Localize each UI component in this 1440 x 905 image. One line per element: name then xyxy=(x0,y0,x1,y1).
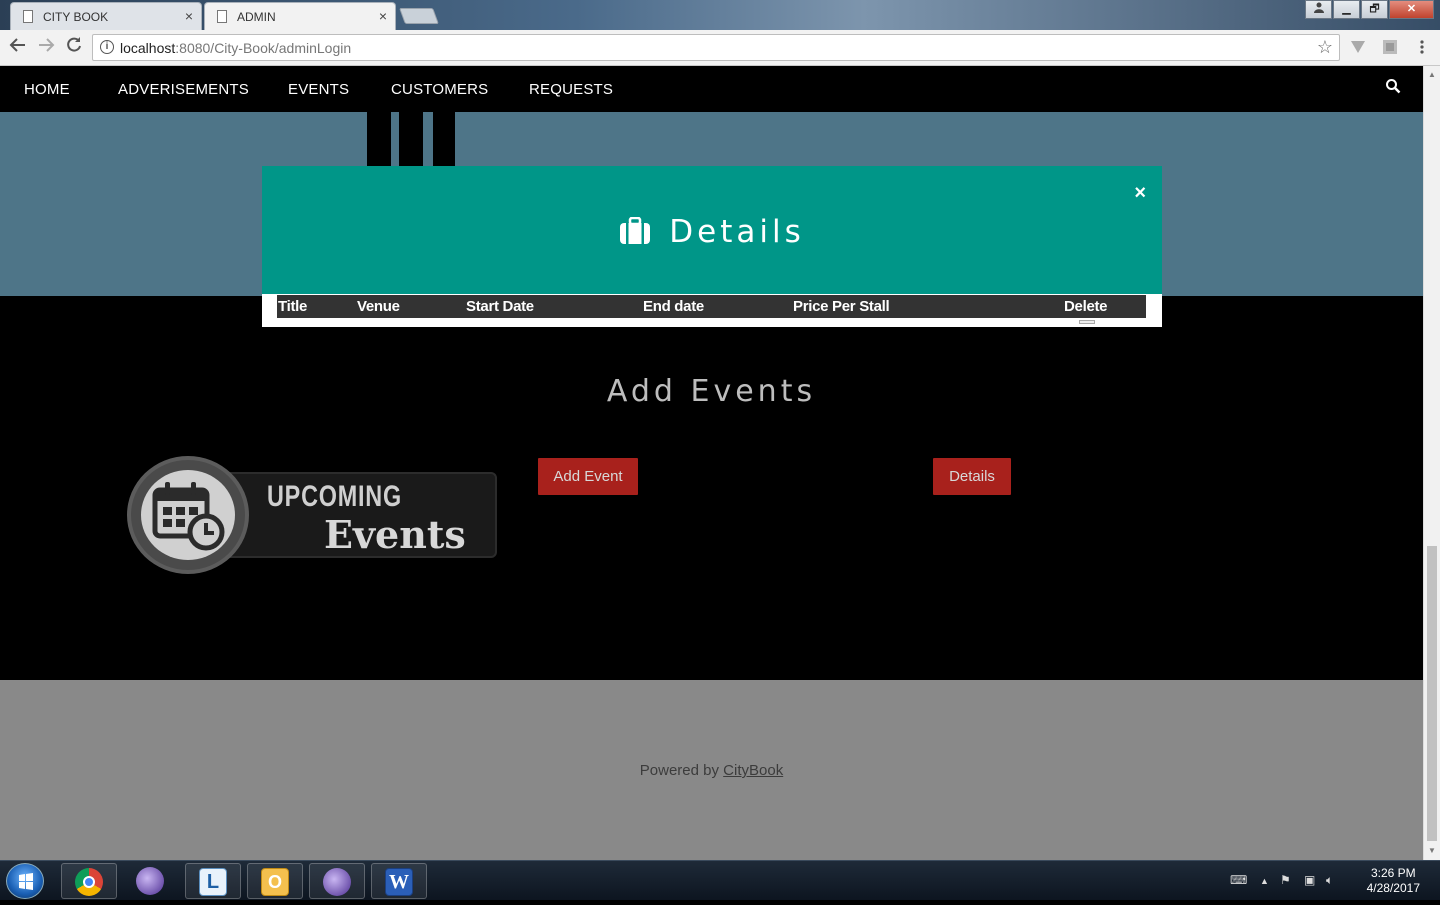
details-table-header: Title Venue Start Date End date Price Pe… xyxy=(277,295,1146,318)
modal-title: Details xyxy=(262,214,1162,250)
close-window-button[interactable]: ✕ xyxy=(1389,0,1434,19)
address-bar[interactable]: i localhost:8080/City-Book/adminLogin ☆ xyxy=(92,34,1340,61)
details-button[interactable]: Details xyxy=(933,458,1011,495)
tab-label: CITY BOOK xyxy=(43,10,109,24)
browser-titlebar: CITY BOOK × ADMIN × ▁ 🗗 ✕ xyxy=(0,0,1440,30)
back-arrow-icon[interactable] xyxy=(9,36,27,59)
volume-icon[interactable]: 🔈︎ xyxy=(1326,873,1333,888)
add-event-button[interactable]: Add Event xyxy=(538,458,638,495)
col-price-per-stall: Price Per Stall xyxy=(793,298,890,315)
outlook-icon: O xyxy=(261,868,289,896)
page-content: HOME ADVERISEMENTS EVENTS CUSTOMERS REQU… xyxy=(0,66,1423,860)
extension-icon[interactable] xyxy=(1382,39,1398,55)
briefcase-icon xyxy=(620,217,651,244)
eclipse-taskbar-button[interactable] xyxy=(123,863,179,899)
show-hidden-icons-icon[interactable]: ▲ xyxy=(1260,876,1269,886)
restore-button[interactable]: 🗗 xyxy=(1361,0,1388,19)
extension-icon[interactable] xyxy=(1350,39,1366,55)
search-icon[interactable] xyxy=(1385,78,1401,94)
modal-header: Details × xyxy=(262,166,1162,294)
details-modal: Details × Title Venue Start Date End dat… xyxy=(262,166,1162,327)
window-controls: ▁ 🗗 ✕ xyxy=(1304,0,1434,20)
chrome-icon xyxy=(75,868,103,896)
lync-icon: L xyxy=(199,868,227,896)
page-icon xyxy=(23,10,33,23)
word-taskbar-button[interactable]: W xyxy=(371,863,427,899)
citybook-link[interactable]: CityBook xyxy=(723,762,783,779)
scrollbar-thumb[interactable] xyxy=(1427,546,1437,841)
word-icon: W xyxy=(385,868,413,896)
start-button[interactable] xyxy=(6,863,44,899)
menu-icon[interactable] xyxy=(1414,39,1430,55)
nav-customers[interactable]: CUSTOMERS xyxy=(391,81,488,98)
section-title: Add Events xyxy=(606,374,817,409)
nav-events[interactable]: EVENTS xyxy=(288,81,349,98)
col-venue: Venue xyxy=(357,298,400,315)
windows-taskbar: L O W ⌨ ▲ ⚑ ▣ 🔈︎ 3:26 PM 4/28/2017 xyxy=(0,860,1440,900)
bookmark-star-icon[interactable]: ☆ xyxy=(1317,37,1333,58)
browser-toolbar: i localhost:8080/City-Book/adminLogin ☆ xyxy=(0,30,1440,66)
nav-home[interactable]: HOME xyxy=(24,81,70,98)
eclipse-icon xyxy=(323,868,351,896)
footer: Powered by CityBook xyxy=(0,680,1423,860)
tab-label: ADMIN xyxy=(237,10,276,24)
url-text: localhost:8080/City-Book/adminLogin xyxy=(120,40,352,56)
tab-city-book[interactable]: CITY BOOK × xyxy=(10,2,202,30)
forward-arrow-icon[interactable] xyxy=(37,36,55,59)
upcoming-events-banner: UPCOMING Events xyxy=(127,456,499,574)
tab-close-icon[interactable]: × xyxy=(185,8,193,24)
resize-handle[interactable] xyxy=(1079,320,1095,324)
calendar-clock-icon xyxy=(152,482,225,551)
hero-graphic xyxy=(367,112,457,166)
lync-taskbar-button[interactable]: L xyxy=(185,863,241,899)
eclipse-taskbar-button-2[interactable] xyxy=(309,863,365,899)
chrome-taskbar-button[interactable] xyxy=(61,863,117,899)
flag-icon[interactable]: ⚑ xyxy=(1280,873,1291,887)
eclipse-icon xyxy=(136,867,164,895)
nav-requests[interactable]: REQUESTS xyxy=(529,81,613,98)
page-icon xyxy=(217,10,227,23)
banner-upcoming-text: UPCOMING xyxy=(267,480,402,513)
user-icon[interactable] xyxy=(1305,0,1332,19)
page-scrollbar[interactable]: ▲ ▼ xyxy=(1423,66,1440,860)
new-tab-button[interactable] xyxy=(399,8,439,24)
site-navbar: HOME ADVERISEMENTS EVENTS CUSTOMERS REQU… xyxy=(0,66,1423,112)
modal-close-button[interactable]: × xyxy=(1134,182,1146,205)
keyboard-icon[interactable]: ⌨ xyxy=(1230,873,1247,887)
col-title: Title xyxy=(278,298,308,315)
footer-powered-by: Powered by CityBook xyxy=(639,762,784,779)
info-icon[interactable]: i xyxy=(100,40,114,54)
network-icon[interactable]: ▣ xyxy=(1304,873,1315,887)
system-tray: ⌨ ▲ ⚑ ▣ 🔈︎ 3:26 PM 4/28/2017 xyxy=(1220,861,1440,901)
system-clock[interactable]: 3:26 PM 4/28/2017 xyxy=(1367,866,1420,896)
outlook-taskbar-button[interactable]: O xyxy=(247,863,303,899)
col-delete: Delete xyxy=(1064,298,1108,315)
banner-events-text: Events xyxy=(324,512,466,557)
minimize-button[interactable]: ▁ xyxy=(1333,0,1360,19)
reload-icon[interactable] xyxy=(65,36,83,59)
nav-advertisements[interactable]: ADVERISEMENTS xyxy=(118,81,249,98)
tab-admin[interactable]: ADMIN × xyxy=(204,2,396,30)
col-end-date: End date xyxy=(643,298,704,315)
col-start-date: Start Date xyxy=(466,298,534,315)
tab-close-icon[interactable]: × xyxy=(379,8,387,24)
